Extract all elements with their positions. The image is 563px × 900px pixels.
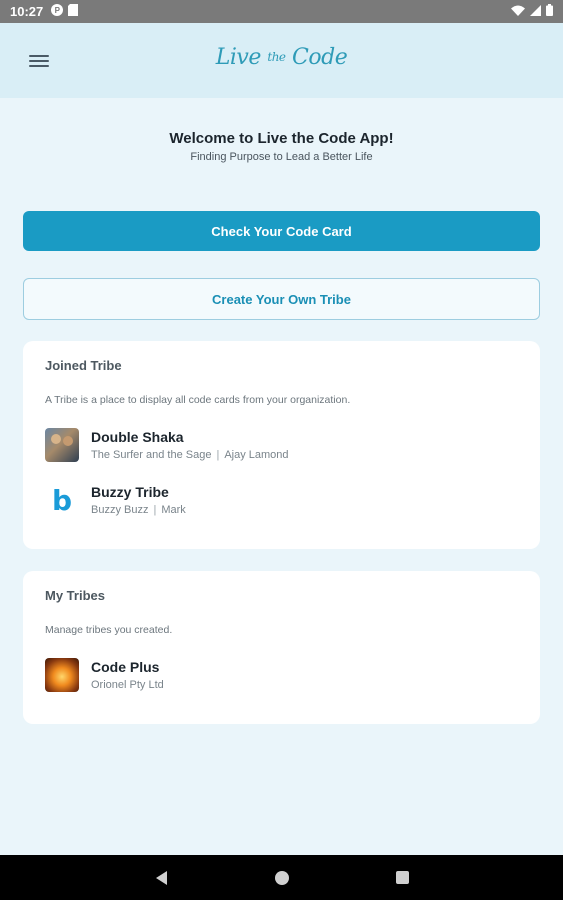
tribe-owner: Ajay Lamond <box>224 449 289 461</box>
check-code-card-button[interactable]: Check Your Code Card <box>23 211 540 251</box>
signal-icon <box>530 4 541 19</box>
system-nav-bar <box>0 855 563 900</box>
home-icon[interactable] <box>262 855 302 900</box>
my-tribes-description: Manage tribes you created. <box>45 624 173 636</box>
create-tribe-button[interactable]: Create Your Own Tribe <box>23 278 540 320</box>
tribe-item-double-shaka[interactable]: Double Shaka The Surfer and the Sage | Aja… <box>45 428 518 462</box>
tribe-org: Orionel Pty Ltd <box>91 679 164 691</box>
tribe-subtitle: The Surfer and the Sage | Ajay Lamond <box>91 449 289 461</box>
welcome-subtitle: Finding Purpose to Lead a Better Life <box>190 151 373 163</box>
joined-tribe-description: A Tribe is a place to display all code c… <box>45 394 351 406</box>
tribe-thumbnail <box>45 428 79 462</box>
my-tribes-card: My Tribes Manage tribes you created. Cod… <box>23 571 540 724</box>
tribe-info: Double Shaka The Surfer and the Sage | Aja… <box>91 429 289 461</box>
tribe-org: The Surfer and the Sage <box>91 449 212 461</box>
battery-icon <box>546 4 553 19</box>
recents-icon[interactable] <box>382 855 422 900</box>
back-icon[interactable] <box>141 855 181 900</box>
tribe-name: Buzzy Tribe <box>91 484 169 500</box>
buzzy-logo-icon: b <box>45 483 79 517</box>
tribe-info: Buzzy Tribe Buzzy Buzz | Mark <box>91 484 186 516</box>
tribe-name: Code Plus <box>91 659 160 675</box>
status-time: 10:27 <box>10 4 44 19</box>
my-tribes-heading: My Tribes <box>45 588 105 603</box>
logo-live: Live <box>215 45 262 70</box>
tribe-owner: Mark <box>161 504 186 516</box>
joined-tribe-heading: Joined Tribe <box>45 358 122 373</box>
logo-the: the <box>267 50 286 64</box>
status-bar: 10:27 P <box>0 0 563 23</box>
app-bar: Live the Code <box>0 23 563 98</box>
svg-text:P: P <box>55 6 61 15</box>
tribe-separator: | <box>153 504 157 516</box>
tribe-info: Code Plus Orionel Pty Ltd <box>91 659 164 691</box>
tribe-item-buzzy-tribe[interactable]: b Buzzy Tribe Buzzy Buzz | Mark <box>45 483 518 517</box>
notification-p-icon: P <box>51 4 64 19</box>
sd-card-icon <box>68 4 79 19</box>
tribe-separator: | <box>216 449 220 461</box>
app-logo: Live the Code <box>0 45 563 70</box>
welcome-section: Welcome to Live the Code App! Finding Pu… <box>0 130 563 163</box>
tribe-name: Double Shaka <box>91 429 184 445</box>
tribe-subtitle: Buzzy Buzz | Mark <box>91 504 186 516</box>
tribe-org: Buzzy Buzz <box>91 504 149 516</box>
wifi-icon <box>511 4 525 19</box>
logo-code: Code <box>292 45 348 70</box>
joined-tribe-card: Joined Tribe A Tribe is a place to displ… <box>23 341 540 549</box>
tribe-item-code-plus[interactable]: Code Plus Orionel Pty Ltd <box>45 658 518 692</box>
tribe-thumbnail <box>45 658 79 692</box>
welcome-title: Welcome to Live the Code App! <box>169 130 394 147</box>
